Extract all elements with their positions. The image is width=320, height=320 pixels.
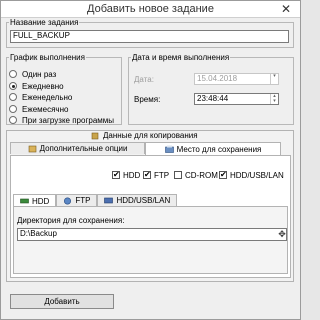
sub-tab-strip: Дополнительные опции Место для сохранени… <box>10 142 281 155</box>
network-drive-icon <box>104 197 114 203</box>
dest-tab-strip: HDD FTP HDD/USB/LAN <box>13 194 178 207</box>
tab-data-to-copy[interactable]: Данные для копирования <box>85 129 204 142</box>
checkbox-label: HDD <box>123 170 141 180</box>
schedule-option-label: Ежемесячно <box>22 104 69 114</box>
tab-dest-hdd-usb-lan[interactable]: HDD/USB/LAN <box>97 194 178 206</box>
schedule-option-weekly[interactable]: Еженедельно <box>9 92 72 102</box>
title-bar: Добавить новое задание ✕ <box>1 1 300 18</box>
time-value: 23:48:44 <box>197 94 229 103</box>
checkbox-checked-icon <box>219 170 227 179</box>
tab-label: HDD/USB/LAN <box>116 196 171 205</box>
window-title: Добавить новое задание <box>87 3 214 15</box>
dest-hdd-usb-lan-checkbox[interactable]: HDD/USB/LAN <box>219 170 284 180</box>
schedule-option-label: Ежедневно <box>22 81 64 91</box>
ftp-icon <box>64 196 72 205</box>
add-button[interactable]: Добавить <box>10 294 114 309</box>
tab-save-location[interactable]: Место для сохранения <box>145 142 281 155</box>
task-name-input[interactable]: FULL_BACKUP <box>10 30 289 43</box>
schedule-option-label: Еженедельно <box>22 92 73 102</box>
radio-icon <box>9 93 17 101</box>
radio-icon <box>9 70 17 78</box>
dest-ftp-checkbox[interactable]: FTP <box>143 170 169 180</box>
checkbox-label: HDD/USB/LAN <box>230 170 284 180</box>
time-spinner-icon[interactable]: ▴ ▾ <box>270 94 278 104</box>
datetime-group: Дата и время выполнения <box>128 53 294 125</box>
tab-label: HDD <box>32 196 50 206</box>
tab-label: Дополнительные опции <box>39 144 128 153</box>
checkbox-label: CD-ROM <box>185 170 218 180</box>
date-field[interactable]: 15.04.2018 ▾ <box>194 73 279 85</box>
dest-cdrom-checkbox[interactable]: CD-ROM <box>174 170 218 180</box>
radio-selected-icon <box>9 82 17 90</box>
schedule-legend: График выполнения <box>10 53 85 62</box>
task-name-legend: Название задания <box>10 18 79 27</box>
date-label: Дата: <box>134 75 154 84</box>
save-dir-input[interactable]: D:\Backup <box>17 228 287 241</box>
checkbox-icon <box>174 171 182 179</box>
time-field[interactable]: 23:48:44 ▴ ▾ <box>194 93 279 105</box>
close-button[interactable]: ✕ <box>272 1 300 18</box>
tab-label: Место для сохранения <box>176 144 262 154</box>
copy-icon <box>91 132 99 139</box>
dialog-window: Добавить новое задание ✕ Название задани… <box>0 0 301 320</box>
date-dropdown-icon[interactable]: ▾ <box>270 74 278 84</box>
schedule-option-monthly[interactable]: Ежемесячно <box>9 104 68 114</box>
checkbox-checked-icon <box>112 170 120 179</box>
tab-label: Данные для копирования <box>103 131 198 140</box>
save-location-icon <box>164 145 174 153</box>
save-dir-label: Директория для сохранения: <box>17 216 125 225</box>
schedule-option-once[interactable]: Один раз <box>9 69 56 79</box>
datetime-legend: Дата и время выполнения <box>132 53 230 62</box>
dest-hdd-checkbox[interactable]: HDD <box>112 170 140 180</box>
date-value: 15.04.2018 <box>197 74 238 83</box>
checkbox-checked-icon <box>143 170 151 179</box>
browse-folder-icon[interactable]: ✥ <box>276 228 288 241</box>
schedule-option-daily[interactable]: Ежедневно <box>9 81 64 91</box>
checkbox-label: FTP <box>154 170 170 180</box>
radio-icon <box>9 116 17 124</box>
schedule-option-label: Один раз <box>22 69 57 79</box>
schedule-option-label: При загрузке программы <box>22 115 115 125</box>
tab-label: FTP <box>75 196 91 205</box>
settings-icon <box>28 145 36 152</box>
tab-dest-ftp[interactable]: FTP <box>56 194 98 206</box>
hdd-icon <box>20 198 29 204</box>
tab-extra-options[interactable]: Дополнительные опции <box>10 142 145 154</box>
time-label: Время: <box>134 95 161 104</box>
main-tab-strip: Данные для копирования <box>85 129 204 141</box>
save-dir-value: D:\Backup <box>20 229 57 238</box>
radio-icon <box>9 105 17 113</box>
schedule-option-startup[interactable]: При загрузке программы <box>9 115 114 125</box>
